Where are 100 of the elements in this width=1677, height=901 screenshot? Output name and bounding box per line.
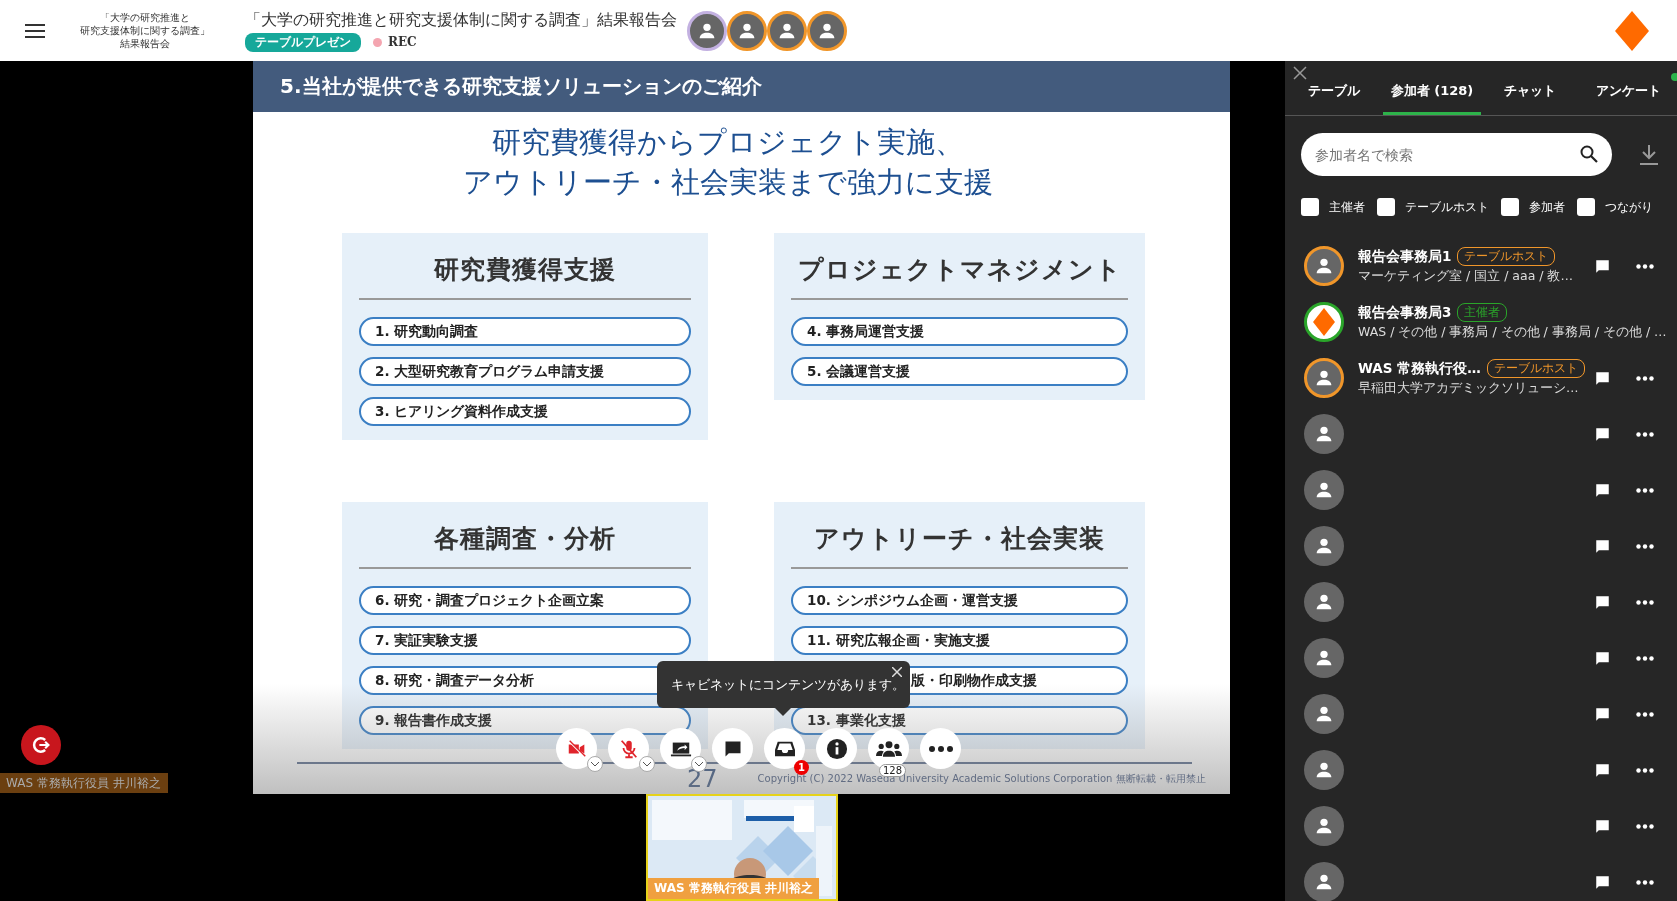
- chat-button[interactable]: [712, 728, 753, 769]
- chat-icon[interactable]: [1595, 706, 1610, 722]
- chat-icon[interactable]: [1595, 594, 1610, 610]
- diamond-logo: [1313, 308, 1335, 336]
- participant-avatar[interactable]: [1304, 358, 1344, 398]
- participant-avatar[interactable]: [1304, 750, 1344, 790]
- service-item: 1. 研究動向調査: [359, 317, 691, 346]
- participant-avatar[interactable]: [1304, 414, 1344, 454]
- notification-badge: 1: [794, 760, 809, 775]
- more-icon[interactable]: [1636, 767, 1654, 773]
- info-icon: [825, 737, 848, 760]
- participant-avatar[interactable]: [1304, 470, 1344, 510]
- panel-tab[interactable]: テーブル: [1285, 61, 1383, 115]
- more-icon[interactable]: [1636, 263, 1654, 269]
- role-tag: テーブルホスト: [1457, 247, 1556, 266]
- chat-icon[interactable]: [1595, 426, 1610, 442]
- people-icon: [875, 738, 902, 759]
- panel-tab[interactable]: 参加者 (128): [1383, 61, 1481, 115]
- slide-heading: 5.当社が提供できる研究支援ソリューションのご紹介: [253, 61, 1230, 112]
- event-title: 「大学の研究推進と研究支援体制に関する調査」結果報告会: [245, 9, 678, 31]
- event-logo-text: 結果報告会: [120, 37, 170, 50]
- participant-avatar[interactable]: [1304, 806, 1344, 846]
- event-logo-text: 「大学の研究推進と: [100, 11, 190, 24]
- chat-icon[interactable]: [1595, 538, 1610, 554]
- more-icon[interactable]: [1636, 431, 1654, 437]
- checkbox[interactable]: [1301, 198, 1319, 216]
- speaker-avatar[interactable]: [807, 10, 847, 51]
- exit-icon: [31, 735, 51, 755]
- service-item: 3. ヒアリング資料作成支援: [359, 397, 691, 426]
- filter-label: 参加者: [1529, 198, 1565, 216]
- chat-icon[interactable]: [1595, 258, 1610, 274]
- cabinet-button[interactable]: [764, 728, 805, 769]
- recording-dot: [373, 37, 382, 47]
- chat-icon[interactable]: [1595, 762, 1610, 778]
- leave-button[interactable]: [21, 725, 61, 765]
- more-icon[interactable]: [1636, 711, 1654, 717]
- role-tag: テーブルホスト: [1486, 359, 1585, 378]
- speaker-avatar[interactable]: [767, 10, 807, 51]
- chat-icon[interactable]: [1595, 874, 1610, 890]
- service-item: 7. 実証実験支援: [359, 626, 691, 655]
- panel-tab[interactable]: チャット: [1481, 61, 1579, 115]
- menu-icon[interactable]: [25, 23, 45, 38]
- participant-avatar[interactable]: [1304, 582, 1344, 622]
- presenter-name-label: WAS 常務執行役員 井川裕之: [0, 773, 168, 793]
- service-item: 2. 大型研究教育プログラム申請支援: [359, 357, 691, 386]
- participant-avatar[interactable]: [1304, 862, 1344, 901]
- participant-detail: 早稲田大学アカデミックソリューシ…: [1358, 380, 1580, 397]
- diamond-logo: [1615, 10, 1649, 51]
- checkbox[interactable]: [1577, 198, 1595, 216]
- role-tag: 主催者: [1457, 303, 1508, 322]
- filter-label: つながり: [1605, 198, 1653, 216]
- chat-icon[interactable]: [1595, 482, 1610, 498]
- page-number: 27: [687, 765, 718, 793]
- service-item: 6. 研究・調査プロジェクト企画立案: [359, 586, 691, 615]
- caret-icon[interactable]: [587, 756, 603, 772]
- participant-name: 報告会事務局3: [1358, 303, 1452, 322]
- more-icon[interactable]: [1636, 823, 1654, 829]
- chat-icon[interactable]: [1595, 818, 1610, 834]
- mode-tag: テーブルプレゼン: [245, 32, 361, 52]
- panel-tab[interactable]: アンケート: [1579, 61, 1677, 115]
- checkbox[interactable]: [1377, 198, 1395, 216]
- search-icon[interactable]: [1580, 145, 1598, 163]
- camera-off-icon: [565, 737, 588, 760]
- download-icon[interactable]: [1640, 144, 1658, 165]
- search-field[interactable]: 参加者名で検索: [1301, 133, 1612, 176]
- participant-avatar[interactable]: [1304, 246, 1344, 286]
- more-icon[interactable]: [1636, 879, 1654, 885]
- caret-icon[interactable]: [639, 756, 655, 772]
- more-icon[interactable]: [1636, 599, 1654, 605]
- more-icon[interactable]: [1636, 487, 1654, 493]
- chat-icon[interactable]: [1595, 650, 1610, 666]
- filter-label: 主催者: [1329, 198, 1365, 216]
- service-item: 13. 事業化支援: [791, 706, 1128, 735]
- participant-avatar[interactable]: [1304, 694, 1344, 734]
- filter-label: テーブルホスト: [1405, 198, 1489, 216]
- card-title: 研究費獲得支援: [359, 233, 691, 300]
- recording-label: REC: [388, 35, 417, 49]
- speaker-avatar[interactable]: [727, 10, 767, 51]
- more-icon[interactable]: [1636, 655, 1654, 661]
- card-title: 各種調査・分析: [359, 502, 691, 569]
- chat-icon[interactable]: [1595, 370, 1610, 386]
- slide-headline: 研究費獲得からプロジェクト実施、: [491, 124, 964, 161]
- video-name-label: WAS 常務執行役員 井川裕之: [648, 878, 819, 899]
- service-item: 11. 研究広報企画・実施支援: [791, 626, 1128, 655]
- participant-avatar[interactable]: [1304, 302, 1344, 342]
- service-item: 4. 事務局運営支援: [791, 317, 1128, 346]
- speaker-avatar[interactable]: [687, 10, 727, 51]
- card-title: プロジェクトマネジメント: [791, 233, 1128, 300]
- service-item: 9. 報告書作成支援: [359, 706, 691, 735]
- more-icon[interactable]: [1636, 375, 1654, 381]
- close-icon[interactable]: [1293, 66, 1307, 80]
- participant-count: 128: [879, 764, 907, 777]
- service-item: 5. 会議運営支援: [791, 357, 1128, 386]
- participant-name: WAS 常務執行役…: [1358, 359, 1481, 378]
- participant-avatar[interactable]: [1304, 526, 1344, 566]
- more-icon[interactable]: [1636, 543, 1654, 549]
- more-icon: [928, 745, 953, 752]
- participant-avatar[interactable]: [1304, 638, 1344, 678]
- checkbox[interactable]: [1501, 198, 1519, 216]
- slide-headline: アウトリーチ・社会実装まで強力に支援: [462, 164, 993, 201]
